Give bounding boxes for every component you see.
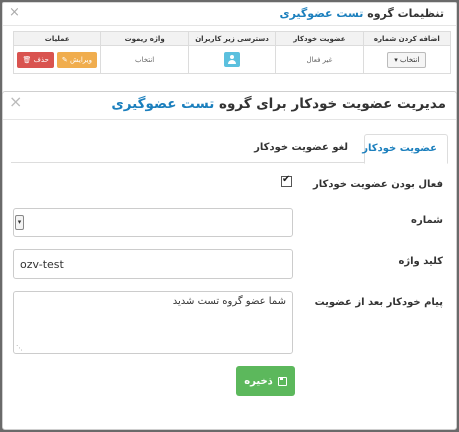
divider (3, 25, 456, 26)
tab-cancel-auto-membership[interactable]: لغو عضویت خودکار (244, 134, 358, 163)
delete-button[interactable]: 🗑 حذف (17, 51, 54, 68)
auto-message-textarea[interactable]: شما عضو گروه تست شدید ⋰ (13, 291, 293, 354)
floppy-disk-icon (277, 376, 287, 386)
modal-title-prefix: مدیریت عضویت خودکار برای گروه (218, 96, 446, 112)
cell-operations: 🗑 حذف ✎ ویرایش (12, 45, 102, 74)
tab-auto-membership[interactable]: عضویت خودکار (362, 134, 448, 164)
group-settings-title-prefix: تنظیمات گروه (367, 7, 444, 20)
number-select[interactable]: ▾ (13, 208, 293, 237)
modal-tabs: عضویت خودکار لغو عضویت خودکار (11, 134, 448, 164)
column-header-operations: عملیات (12, 31, 102, 46)
user-icon[interactable] (224, 52, 241, 67)
save-button-label: ذخیره (244, 375, 273, 387)
column-header-remote-word: واژه ریموت (100, 31, 189, 46)
resize-grip-icon[interactable]: ⋰ (16, 344, 23, 352)
modal-title-group: تست عضوگیری (111, 96, 215, 112)
group-settings-title-group: تست عضوگیری (279, 7, 364, 20)
modal-title: مدیریت عضویت خودکار برای گروه تست عضوگیر… (111, 96, 446, 112)
column-header-add-number: اضافه کردن شماره (362, 31, 452, 46)
enable-auto-membership-checkbox[interactable] (281, 174, 292, 187)
close-icon[interactable]: × (9, 5, 20, 20)
add-number-dropdown-button[interactable]: انتخاب ▾ (387, 51, 427, 68)
cell-add-number: انتخاب ▾ (362, 45, 452, 74)
group-settings-panel: تنظیمات گروه تست عضوگیری × اضافه کردن شم… (2, 2, 457, 94)
cell-remote-word: انتخاب (100, 45, 189, 74)
edit-button[interactable]: ✎ ویرایش (56, 51, 97, 68)
auto-message-text: شما عضو گروه تست شدید (172, 296, 286, 307)
group-settings-table: اضافه کردن شماره عضویت خودکار دسترسی زیر… (12, 31, 452, 74)
number-label: شماره (411, 215, 443, 226)
chevron-down-icon: ▾ (15, 215, 24, 230)
keyword-input[interactable]: ozv-test (13, 249, 293, 279)
cell-auto-membership: غیر فعال (275, 45, 364, 74)
keyword-label: کلید واژه (398, 256, 443, 267)
table-row: انتخاب ▾ غیر فعال انتخاب 🗑 حذف ✎ ویرایش (12, 45, 452, 74)
enable-auto-membership-label: فعال بودن عضویت خودکار (313, 179, 443, 190)
column-header-subuser-access: دسترسی زیر کاربران (187, 31, 277, 46)
auto-message-label: پیام خودکار بعد از عضویت (314, 297, 443, 308)
column-header-auto-membership: عضویت خودکار (275, 31, 364, 46)
close-icon[interactable]: × (9, 94, 22, 110)
table-header-row: اضافه کردن شماره عضویت خودکار دسترسی زیر… (12, 31, 452, 46)
group-settings-title: تنظیمات گروه تست عضوگیری (280, 7, 445, 20)
divider (3, 119, 456, 120)
save-button[interactable]: ذخیره (236, 366, 295, 396)
cell-subuser-access (187, 45, 277, 74)
operations-buttons: 🗑 حذف ✎ ویرایش (14, 51, 100, 68)
